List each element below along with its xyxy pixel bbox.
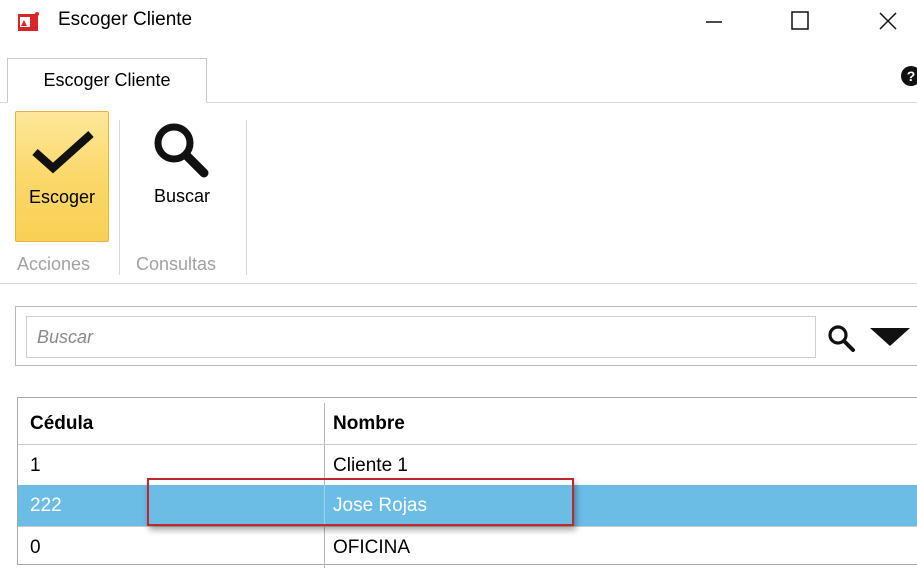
minimize-icon [706, 21, 722, 23]
group-separator [119, 120, 120, 275]
group-label-consultas: Consultas [136, 254, 217, 274]
cell-nombre: OFICINA [324, 527, 917, 568]
svg-text:?: ? [907, 68, 916, 84]
ribbon-bottom-border [0, 283, 917, 284]
group-label-acciones: Acciones [17, 254, 91, 274]
maximize-icon [791, 11, 809, 30]
annotation-highlight-box [147, 478, 574, 526]
tab-label: Escoger Cliente [43, 70, 171, 90]
group-separator [246, 120, 247, 275]
close-icon [879, 12, 897, 30]
help-icon[interactable]: ? [900, 65, 917, 87]
maximize-button[interactable] [770, 0, 830, 44]
escoger-label: Escoger [28, 187, 96, 207]
window-title: Escoger Cliente [58, 9, 193, 30]
close-button[interactable] [858, 0, 917, 44]
grid-header: Cédula Nombre [18, 403, 917, 444]
table-row[interactable]: 0 OFICINA [18, 527, 917, 568]
minimize-button[interactable] [684, 0, 744, 44]
cell-cedula: 0 [30, 537, 41, 558]
dropdown-arrow-icon[interactable] [868, 326, 912, 348]
search-input[interactable] [26, 316, 816, 358]
column-header-cedula[interactable]: Cédula [18, 403, 324, 444]
search-icon[interactable] [826, 324, 856, 352]
search-icon [154, 123, 209, 178]
column-header-nombre[interactable]: Nombre [324, 403, 917, 444]
escoger-button[interactable]: Escoger [15, 111, 109, 242]
tab-escoger-cliente[interactable]: Escoger Cliente [7, 58, 207, 103]
buscar-label: Buscar [153, 186, 211, 206]
buscar-button[interactable]: Buscar [128, 111, 236, 242]
title-bar: Escoger Cliente [0, 0, 917, 44]
app-icon [18, 12, 39, 31]
checkmark-icon [32, 131, 94, 174]
